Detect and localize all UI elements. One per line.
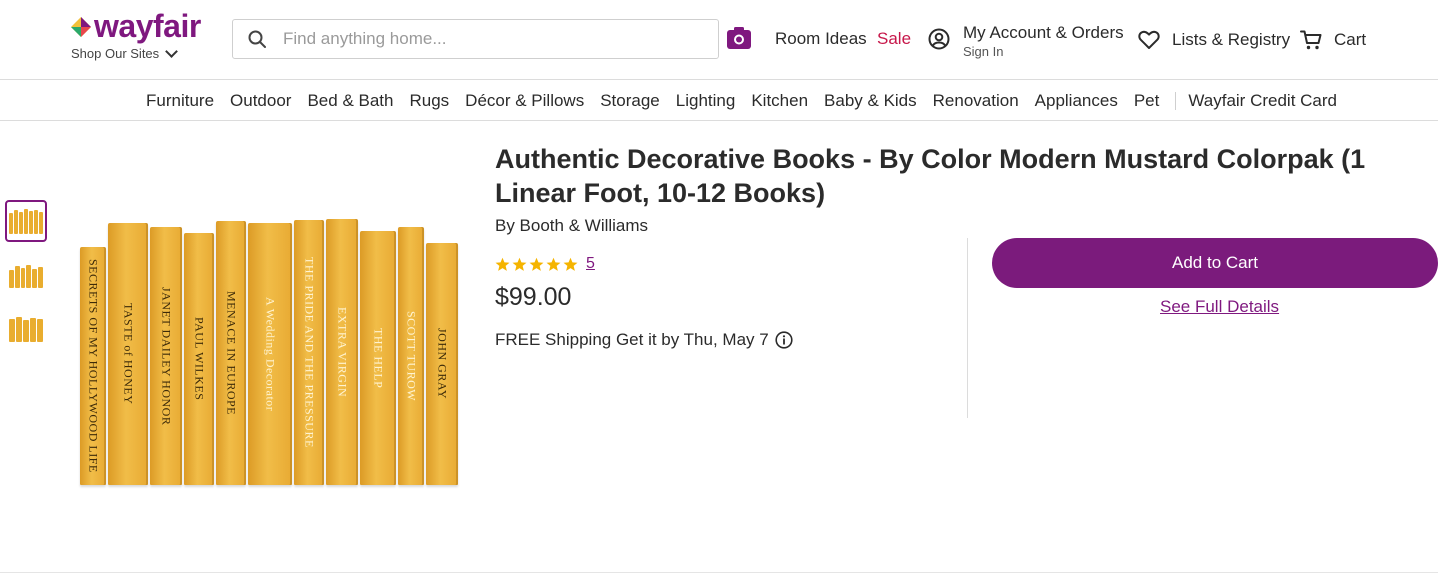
sign-in-link[interactable]: Sign In <box>963 44 1003 59</box>
book-spine-title: EXTRA VIRGIN <box>335 306 350 398</box>
book-spine-title: JOHN GRAY <box>435 328 450 400</box>
book-spine-title: MENACE IN EUROPE <box>224 291 239 415</box>
add-to-cart-button[interactable]: Add to Cart <box>992 238 1438 288</box>
account-icon <box>928 28 950 50</box>
category-item[interactable]: Baby & Kids <box>824 91 917 111</box>
shop-our-sites-menu[interactable]: Shop Our Sites <box>71 45 179 61</box>
book-spine: MENACE IN EUROPE <box>216 221 246 485</box>
heart-icon <box>1138 30 1160 49</box>
book-row-image: SECRETS OF MY HOLLYWOOD LIFE TASTE of HON… <box>80 208 460 485</box>
thumbnail-2[interactable] <box>5 254 47 296</box>
star-icon <box>529 257 544 271</box>
section-divider <box>0 572 1438 573</box>
star-icon <box>546 257 561 271</box>
book-spine: TASTE of HONEY <box>108 223 148 485</box>
category-item[interactable]: Bed & Bath <box>307 91 393 111</box>
product-title: Authentic Decorative Books - By Color Mo… <box>495 144 1366 208</box>
product-price: $99.00 <box>495 283 572 311</box>
logo-diamond-icon <box>71 17 91 37</box>
thumbnail-strip <box>5 200 49 362</box>
cart-icon <box>1300 30 1322 50</box>
lists-registry-label: Lists & Registry <box>1172 30 1291 49</box>
book-spine-title: TASTE of HONEY <box>121 303 136 405</box>
search-icon[interactable] <box>237 20 277 58</box>
category-item[interactable]: Furniture <box>146 91 214 111</box>
thumbnail-1[interactable] <box>5 200 47 242</box>
category-nav: Furniture Outdoor Bed & Bath Rugs Décor & Pi… <box>0 80 1438 121</box>
category-item[interactable]: Pet <box>1134 91 1160 111</box>
book-spine-title: SCOTT TUROW <box>404 310 419 402</box>
book-spine: SCOTT TUROW <box>398 227 424 485</box>
category-item-credit-card[interactable]: Wayfair Credit Card <box>1188 91 1337 111</box>
shipping-text: FREE Shipping Get it by Thu, May 7 <box>495 330 769 349</box>
book-spine-title: SECRETS OF MY HOLLYWOOD LIFE <box>86 259 101 473</box>
see-full-details-link[interactable]: See Full Details <box>1160 297 1279 317</box>
vertical-divider <box>967 238 968 418</box>
account-menu[interactable]: My Account & Orders Sign In <box>928 22 1128 62</box>
search-bar <box>232 19 719 59</box>
thumbnail-books-image <box>9 208 43 234</box>
book-spine: JOHN GRAY <box>426 243 458 485</box>
book-spine: THE PRIDE AND THE PRESSURE <box>294 220 324 485</box>
book-spine: SECRETS OF MY HOLLYWOOD LIFE <box>80 247 106 485</box>
star-icon <box>563 257 578 271</box>
cart-label: Cart <box>1334 30 1367 49</box>
book-spine-title: THE PRIDE AND THE PRESSURE <box>302 257 317 448</box>
rating-stars <box>495 257 578 272</box>
logo-wordmark: wayfair <box>94 8 201 44</box>
product-brand-link[interactable]: By Booth & Williams <box>495 216 648 236</box>
category-list: Furniture Outdoor Bed & Bath Rugs Décor & Pi… <box>146 91 1353 111</box>
cart-link[interactable]: Cart <box>1300 28 1366 52</box>
product-rating[interactable]: 5 <box>495 255 595 273</box>
search-input[interactable] <box>277 21 718 57</box>
book-spine-title: THE HELP <box>371 327 386 389</box>
star-icon <box>495 257 510 271</box>
category-item[interactable]: Outdoor <box>230 91 291 111</box>
camera-search-icon[interactable] <box>727 27 751 49</box>
shipping-info: FREE Shipping Get it by Thu, May 7 <box>495 330 793 350</box>
shop-our-sites-label: Shop Our Sites <box>71 46 160 61</box>
book-spine: JANET DAILEY HONOR <box>150 227 182 485</box>
category-item[interactable]: Lighting <box>676 91 736 111</box>
star-icon <box>512 257 527 271</box>
book-spine-title: PAUL WILKES <box>192 317 207 401</box>
thumbnail-3[interactable] <box>5 308 47 350</box>
lists-registry-link[interactable]: Lists & Registry <box>1138 28 1290 52</box>
thumbnail-books-image <box>9 316 43 342</box>
thumbnail-books-image <box>9 262 43 288</box>
review-count-link[interactable]: 5 <box>586 255 595 273</box>
book-spine: EXTRA VIRGIN <box>326 219 358 485</box>
book-spine: A Wedding Decorator <box>248 223 292 485</box>
category-item[interactable]: Décor & Pillows <box>465 91 584 111</box>
category-item[interactable]: Rugs <box>409 91 449 111</box>
book-spine-title: JANET DAILEY HONOR <box>159 286 174 426</box>
wayfair-logo[interactable]: wayfair Shop Our Sites <box>70 8 220 65</box>
category-item[interactable]: Appliances <box>1035 91 1118 111</box>
sale-link[interactable]: Sale <box>877 29 911 49</box>
chevron-down-icon <box>165 45 179 58</box>
category-item[interactable]: Renovation <box>933 91 1019 111</box>
room-ideas-link[interactable]: Room Ideas <box>775 29 867 49</box>
category-separator <box>1175 92 1177 110</box>
info-icon[interactable] <box>775 331 793 349</box>
book-spine-title: A Wedding Decorator <box>263 296 278 412</box>
account-title: My Account & Orders <box>963 23 1124 42</box>
product-main-image[interactable]: SECRETS OF MY HOLLYWOOD LIFE TASTE of HON… <box>60 190 480 500</box>
category-item[interactable]: Storage <box>600 91 660 111</box>
category-item[interactable]: Kitchen <box>751 91 808 111</box>
book-spine: PAUL WILKES <box>184 233 214 485</box>
book-spine: THE HELP <box>360 231 396 485</box>
site-header: wayfair Shop Our Sites Room Ideas Sale M… <box>0 0 1438 80</box>
